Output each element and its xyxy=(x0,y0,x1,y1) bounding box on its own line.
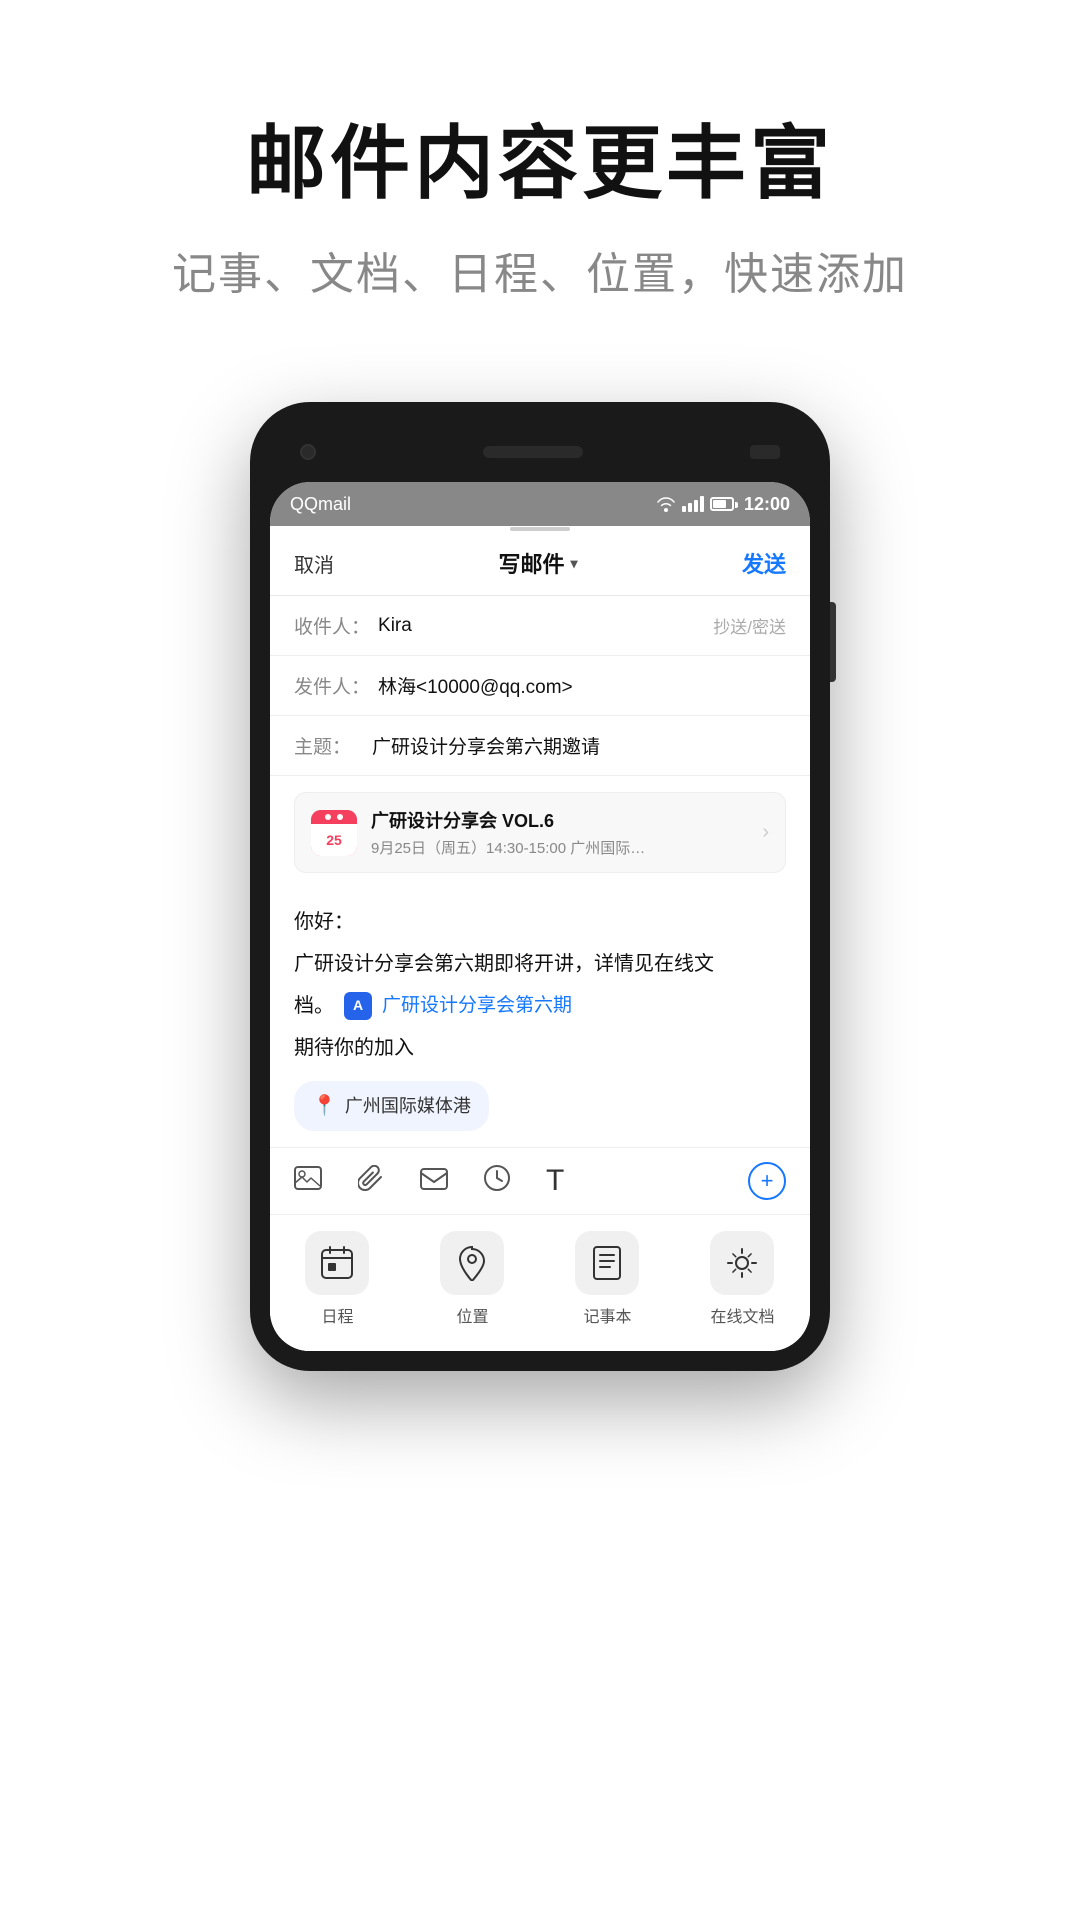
add-button[interactable]: + xyxy=(748,1162,786,1200)
phone-speaker xyxy=(483,446,583,458)
online-doc-icon xyxy=(710,1231,774,1295)
status-time: 12:00 xyxy=(744,494,790,515)
phone-sensor xyxy=(750,445,780,459)
location-icon xyxy=(440,1231,504,1295)
page-subtitle: 记事、文档、日程、位置，快速添加 xyxy=(0,238,1080,302)
online-doc-label: 在线文档 xyxy=(710,1303,774,1327)
compose-title: 写邮件 ▾ xyxy=(498,547,577,579)
attachment-icon[interactable] xyxy=(358,1165,384,1198)
page-title: 邮件内容更丰富 xyxy=(0,120,1080,208)
image-icon[interactable] xyxy=(294,1166,322,1197)
notes-label: 记事本 xyxy=(583,1303,631,1327)
schedule-label: 日程 xyxy=(321,1303,353,1327)
status-icons xyxy=(656,496,734,512)
to-field[interactable]: 收件人： Kira 抄送/密送 xyxy=(270,596,810,656)
location-tag[interactable]: 📍 广州国际媒体港 xyxy=(294,1073,786,1131)
email-compose-area: 取消 写邮件 ▾ 发送 收件人： Kira 抄送/密送 发件人： 林海<10 xyxy=(270,531,810,1351)
tab-notes[interactable]: 记事本 xyxy=(575,1231,639,1327)
phone-device: QQmail xyxy=(250,402,830,1371)
from-value[interactable]: 林海<10000@qq.com> xyxy=(378,672,786,699)
signal-icon xyxy=(682,496,704,512)
scroll-pill xyxy=(510,527,570,531)
calendar-attachment[interactable]: 25 广研设计分享会 VOL.6 9月25日（周五）14:30-15:00 广州… xyxy=(294,792,786,873)
email-line1: 广研设计分享会第六期即将开讲，详情见在线文 xyxy=(294,947,786,981)
battery-icon xyxy=(710,497,734,511)
email-greeting: 你好： xyxy=(294,905,786,939)
status-app-name: QQmail xyxy=(290,494,351,515)
phone-camera xyxy=(300,444,316,460)
tab-online-doc[interactable]: 在线文档 xyxy=(710,1231,774,1327)
calendar-info: 广研设计分享会 VOL.6 9月25日（周五）14:30-15:00 广州国际… xyxy=(371,807,748,858)
email-body[interactable]: 你好： 广研设计分享会第六期即将开讲，详情见在线文 档。 A 广研设计分享会第六… xyxy=(270,889,810,1147)
email-signoff: 期待你的加入 xyxy=(294,1031,786,1065)
email-doc-link[interactable]: 广研设计分享会第六期 xyxy=(382,990,572,1022)
cancel-button[interactable]: 取消 xyxy=(294,549,334,578)
subject-label: 主题： xyxy=(294,732,364,759)
page-header: 邮件内容更丰富 记事、文档、日程、位置，快速添加 xyxy=(0,0,1080,362)
status-bar: QQmail xyxy=(270,482,810,526)
bottom-quick-tabs: 日程 位置 xyxy=(270,1214,810,1351)
phone-top-bar xyxy=(270,422,810,482)
schedule-icon xyxy=(305,1231,369,1295)
email-link-row: 档。 A 广研设计分享会第六期 xyxy=(294,989,786,1023)
location-label: 位置 xyxy=(456,1303,488,1327)
phone-side-button xyxy=(830,602,836,682)
wifi-icon xyxy=(656,496,676,512)
phone-screen: QQmail xyxy=(270,482,810,1351)
calendar-icon: 25 xyxy=(311,810,357,856)
status-right: 12:00 xyxy=(656,494,790,515)
tab-schedule[interactable]: 日程 xyxy=(305,1231,369,1327)
from-label: 发件人： xyxy=(294,672,370,699)
location-text: 广州国际媒体港 xyxy=(345,1091,471,1122)
location-pin-icon: 📍 xyxy=(312,1089,337,1123)
text-format-icon[interactable]: T xyxy=(546,1164,564,1198)
to-label: 收件人： xyxy=(294,612,370,639)
envelope-icon[interactable] xyxy=(420,1166,448,1197)
phone-mockup: QQmail xyxy=(0,402,1080,1371)
clock-icon[interactable] xyxy=(484,1165,510,1198)
tab-location[interactable]: 位置 xyxy=(440,1231,504,1327)
email-titlebar: 取消 写邮件 ▾ 发送 xyxy=(270,531,810,596)
toolbar-icons: T xyxy=(294,1164,564,1198)
subject-field[interactable]: 主题： 广研设计分享会第六期邀请 xyxy=(270,716,810,776)
notes-icon xyxy=(575,1231,639,1295)
document-icon: A xyxy=(344,992,372,1020)
calendar-chevron-icon: › xyxy=(762,821,769,844)
calendar-event-title: 广研设计分享会 VOL.6 xyxy=(371,807,748,833)
to-value[interactable]: Kira xyxy=(378,615,705,637)
from-field: 发件人： 林海<10000@qq.com> xyxy=(270,656,810,716)
calendar-event-detail: 9月25日（周五）14:30-15:00 广州国际… xyxy=(371,837,748,858)
subject-value[interactable]: 广研设计分享会第六期邀请 xyxy=(372,732,786,759)
cc-button[interactable]: 抄送/密送 xyxy=(713,613,786,638)
dropdown-chevron-icon[interactable]: ▾ xyxy=(570,555,577,572)
send-button[interactable]: 发送 xyxy=(742,547,786,579)
email-toolbar: T + xyxy=(270,1147,810,1214)
